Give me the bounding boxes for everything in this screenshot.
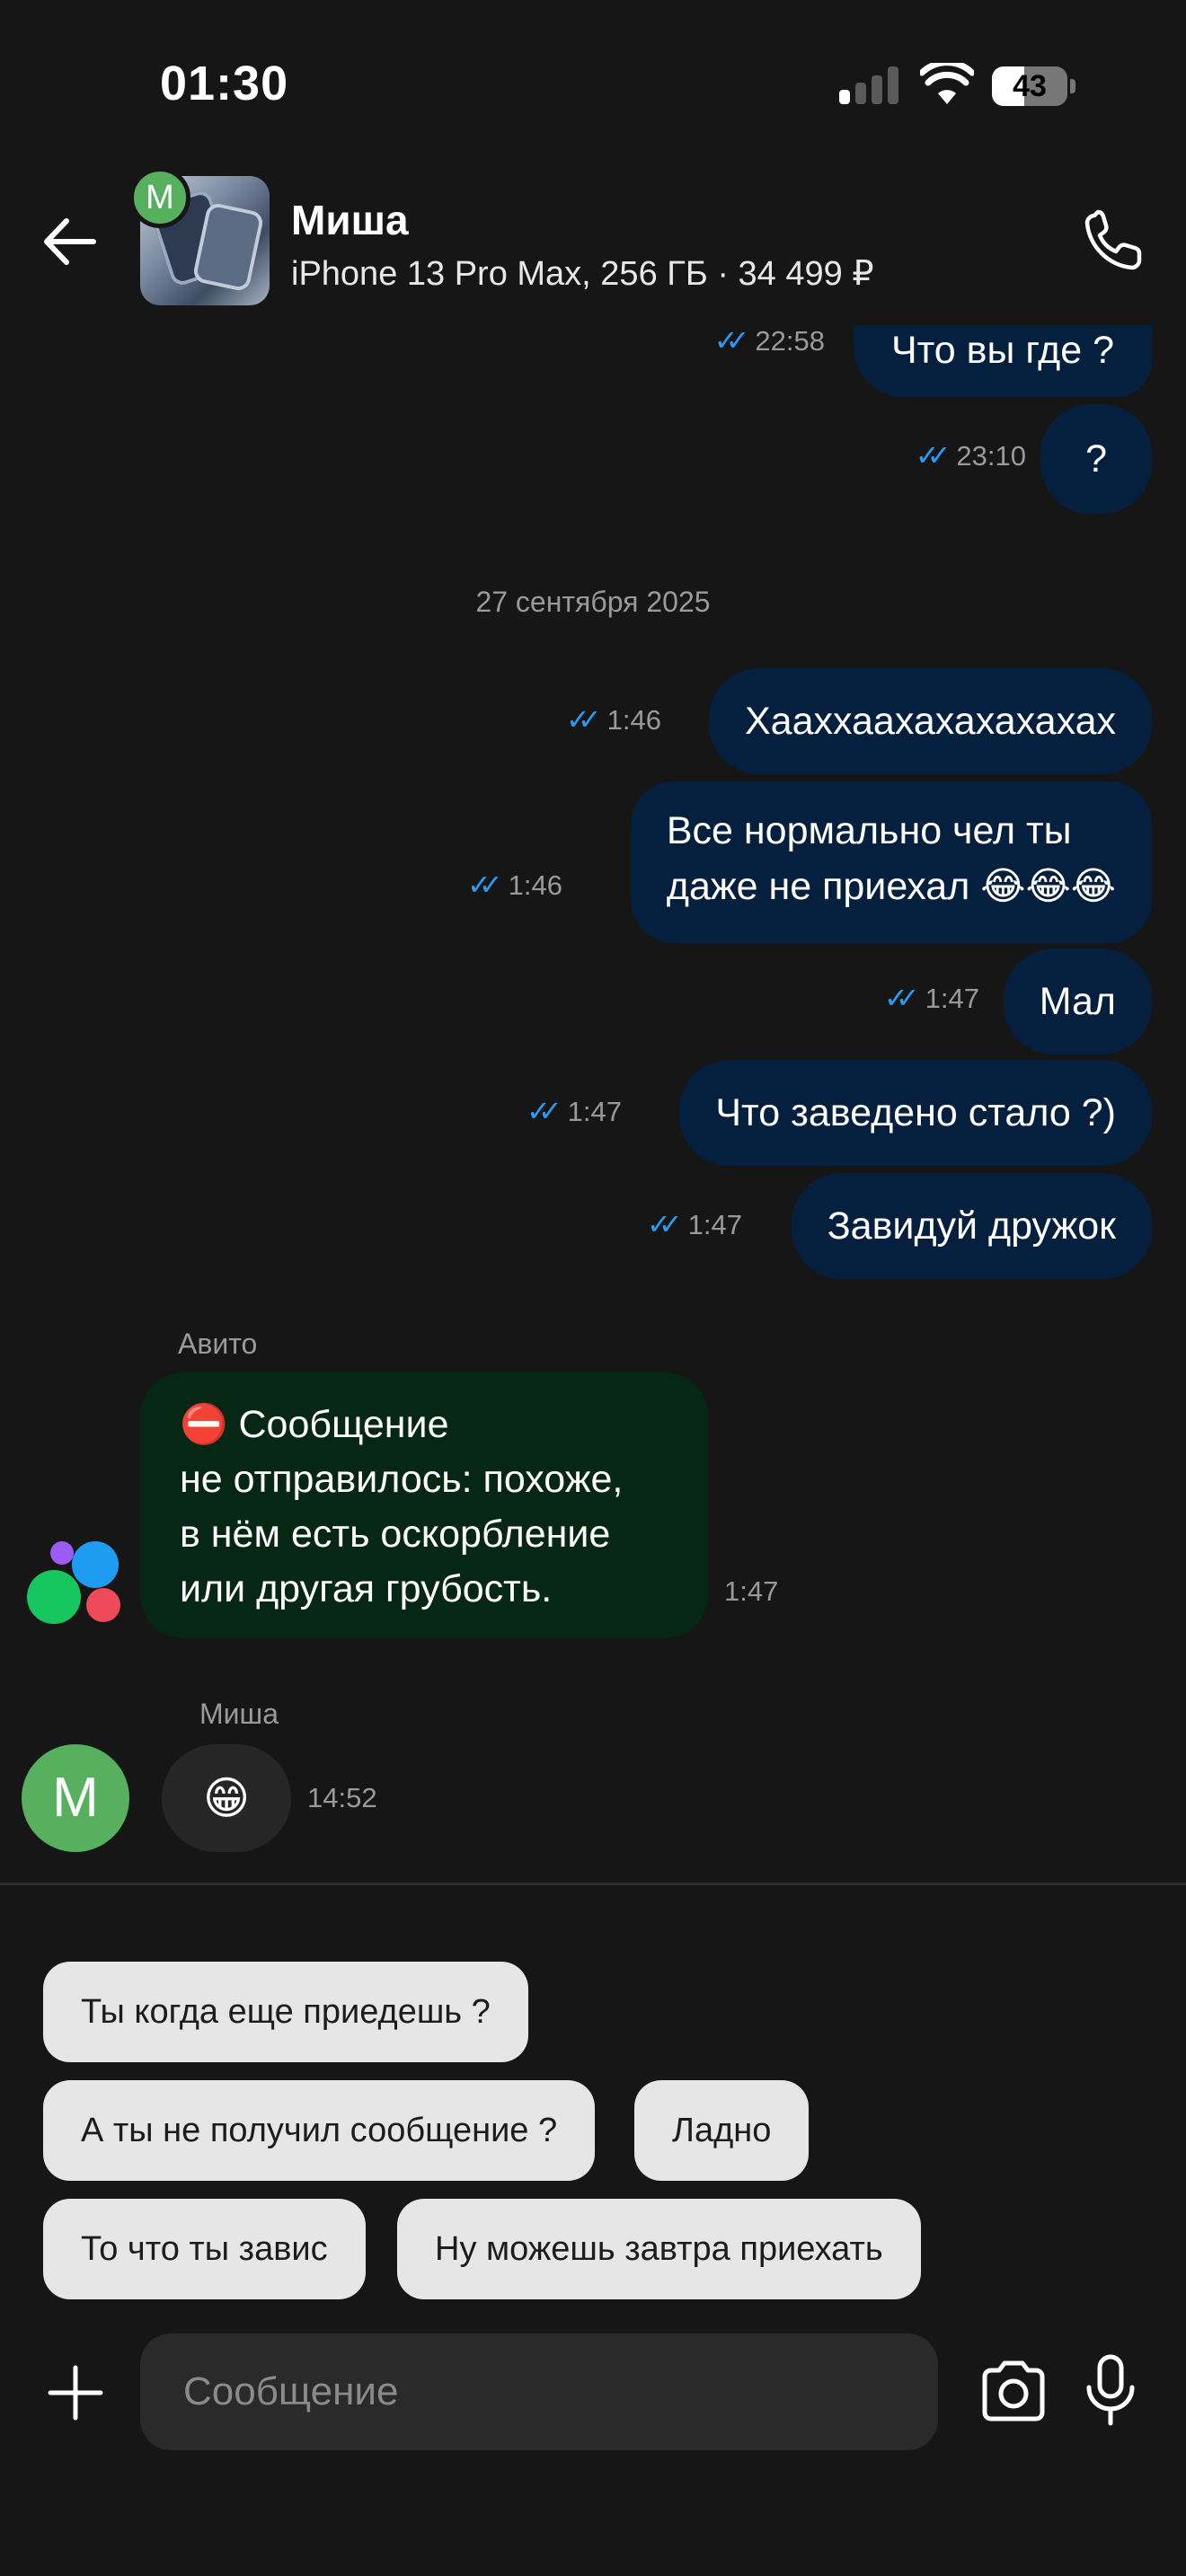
message-meta: ✓✓ 1:46: [566, 703, 661, 736]
outgoing-message[interactable]: Что вы где ?: [853, 325, 1152, 397]
outgoing-message[interactable]: Мал: [1003, 948, 1152, 1054]
microphone-icon[interactable]: [1084, 2353, 1137, 2427]
date-separator: 27 сентября 2025: [475, 586, 711, 618]
contact-avatar[interactable]: M: [22, 1744, 129, 1852]
divider: [0, 1883, 1186, 1885]
message-input[interactable]: Сообщение: [140, 2333, 938, 2450]
outgoing-message[interactable]: Все нормально чел ты даже не приехал 😂😂😂: [630, 781, 1152, 943]
chat-history[interactable]: ✓✓ 22:58 Что вы где ? ✓✓ 23:10 ? 27 сентяб…: [0, 325, 1186, 1883]
message-meta: ✓✓ 23:10: [915, 439, 1026, 472]
quick-reply-chip[interactable]: Ладно: [634, 2080, 810, 2181]
message-sender: Миша: [199, 1698, 279, 1730]
battery-level: 43: [1013, 69, 1047, 103]
contact-avatar-badge: M: [129, 167, 190, 228]
outgoing-message[interactable]: Что заведено стало ?): [679, 1060, 1152, 1166]
outgoing-message[interactable]: Завидуй дружок: [791, 1173, 1152, 1279]
quick-reply-chip[interactable]: Ну можешь завтра приехать: [397, 2199, 921, 2299]
signal-strength-icon: [839, 66, 898, 104]
message-meta: ✓✓ 1:47: [647, 1208, 742, 1240]
incoming-message[interactable]: 😁: [162, 1744, 291, 1852]
wifi-icon: [920, 63, 974, 104]
phone-icon[interactable]: [1082, 208, 1146, 273]
message-time: 1:47: [724, 1575, 779, 1607]
contact-name[interactable]: Миша: [291, 196, 409, 244]
quick-reply-chip[interactable]: То что ты завис: [43, 2199, 366, 2299]
plus-icon[interactable]: [47, 2364, 104, 2422]
outgoing-message[interactable]: ?: [1040, 404, 1152, 514]
back-arrow-icon[interactable]: [40, 212, 99, 271]
message-time: 14:52: [307, 1782, 377, 1813]
listing-subtitle[interactable]: iPhone 13 Pro Max, 256 ГБ · 34 499 ₽: [291, 253, 874, 294]
battery-icon: 43: [992, 66, 1075, 106]
system-warning-message[interactable]: ⛔ Сообщение не отправилось: похоже, в нё…: [140, 1372, 708, 1638]
message-meta: ✓✓ 1:47: [527, 1095, 622, 1127]
message-meta: ✓✓ 1:46: [467, 869, 562, 901]
quick-reply-chip[interactable]: А ты не получил сообщение ?: [43, 2080, 596, 2181]
message-meta: ✓✓ 22:58: [713, 325, 825, 357]
message-sender: Авито: [178, 1328, 258, 1360]
avito-logo-icon: [27, 1541, 128, 1649]
status-time: 01:30: [160, 57, 289, 110]
quick-reply-chip[interactable]: Ты когда еще приедешь ?: [43, 1962, 528, 2062]
message-meta: ✓✓ 1:47: [884, 982, 979, 1014]
outgoing-message[interactable]: Хааххаахахахахахах: [708, 668, 1152, 774]
camera-icon[interactable]: [979, 2357, 1048, 2425]
